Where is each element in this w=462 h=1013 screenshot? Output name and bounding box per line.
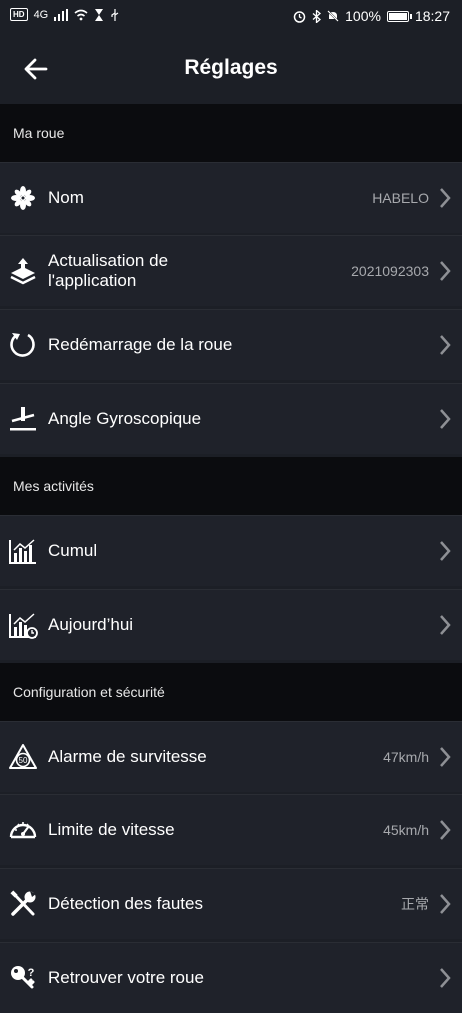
- battery-percent: 100%: [345, 8, 381, 24]
- chevron-right-icon: [440, 747, 451, 767]
- status-bar: HD 4G 100% 18:27: [0, 0, 462, 34]
- section-header-config: Configuration et sécurité: [0, 663, 462, 721]
- section-header-activites: Mes activités: [0, 457, 462, 515]
- settings-row-update[interactable]: Actualisation de l'application 202109230…: [0, 235, 462, 306]
- row-label: Actualisation de l'application: [48, 251, 169, 290]
- section-title: Mes activités: [13, 478, 94, 494]
- network-type: 4G: [33, 8, 49, 21]
- settings-row-overspeed-alarm[interactable]: 50 Alarme de survitesse 47km/h: [0, 721, 462, 792]
- section-header-ma-roue: Ma roue: [0, 104, 462, 162]
- row-label: Détection des fautes: [48, 894, 203, 913]
- restart-icon: [10, 333, 35, 357]
- usb-icon: [111, 8, 119, 21]
- battery-icon: [386, 10, 412, 22]
- bar-chart-clock-icon: [9, 613, 38, 639]
- key-question-icon: ?: [11, 966, 35, 989]
- row-value: HABELO: [372, 190, 429, 206]
- svg-text:50: 50: [19, 756, 28, 765]
- chevron-right-icon: [440, 615, 451, 635]
- row-label: Limite de vitesse: [48, 820, 175, 839]
- row-label: Alarme de survitesse: [48, 747, 207, 766]
- signal-icon: [54, 8, 69, 21]
- wrench-tools-icon: [10, 890, 36, 916]
- section-title: Ma roue: [13, 125, 65, 141]
- chevron-right-icon: [440, 968, 451, 988]
- settings-row-nom[interactable]: Nom HABELO: [0, 162, 462, 233]
- layers-upload-icon: [10, 258, 36, 285]
- row-label: Nom: [48, 188, 84, 207]
- row-label: Aujourd’hui: [48, 615, 134, 634]
- row-label: Cumul: [48, 541, 98, 560]
- settings-row-speed-limit[interactable]: Limite de vitesse 45km/h: [0, 794, 462, 865]
- wifi-icon: [74, 9, 88, 20]
- settings-row-gyro[interactable]: Angle Gyroscopique: [0, 383, 462, 454]
- svg-text:?: ?: [28, 967, 35, 979]
- page-title: Réglages: [184, 56, 278, 79]
- row-label: Angle Gyroscopique: [48, 409, 202, 428]
- chevron-right-icon: [440, 820, 451, 840]
- alarm-icon: [293, 10, 306, 23]
- settings-row-find-wheel[interactable]: ? Retrouver votre roue: [0, 942, 462, 1013]
- chevron-right-icon: [440, 188, 451, 208]
- row-label: Redémarrage de la roue: [48, 335, 233, 354]
- chevron-right-icon: [440, 541, 451, 561]
- settings-row-restart[interactable]: Redémarrage de la roue: [0, 309, 462, 380]
- settings-row-fault-detection[interactable]: Détection des fautes 正常: [0, 868, 462, 939]
- row-label: Retrouver votre roue: [48, 968, 204, 987]
- speedometer-icon: [9, 822, 37, 839]
- settings-row-today[interactable]: Aujourd’hui: [0, 589, 462, 660]
- top-app-bar: Réglages: [0, 34, 462, 104]
- bar-chart-icon: [9, 539, 36, 564]
- bluetooth-icon: [312, 9, 322, 23]
- hd-indicator-icon: HD: [10, 8, 28, 21]
- row-value: 47km/h: [383, 749, 429, 765]
- speed-sign-50-icon: 50: [9, 744, 37, 769]
- fan-icon: [11, 186, 35, 210]
- settings-row-cumul[interactable]: Cumul: [0, 515, 462, 586]
- section-title: Configuration et sécurité: [13, 684, 165, 700]
- hourglass-icon: [95, 8, 104, 21]
- gyroscope-angle-icon: [10, 407, 36, 431]
- clock: 18:27: [414, 8, 450, 24]
- mute-bell-icon: [327, 9, 340, 23]
- row-value: 45km/h: [383, 822, 429, 838]
- chevron-right-icon: [440, 261, 451, 281]
- chevron-right-icon: [440, 409, 451, 429]
- chevron-right-icon: [440, 894, 451, 914]
- row-value: 正常: [401, 896, 429, 912]
- row-value: 2021092303: [351, 263, 429, 279]
- chevron-right-icon: [440, 335, 451, 355]
